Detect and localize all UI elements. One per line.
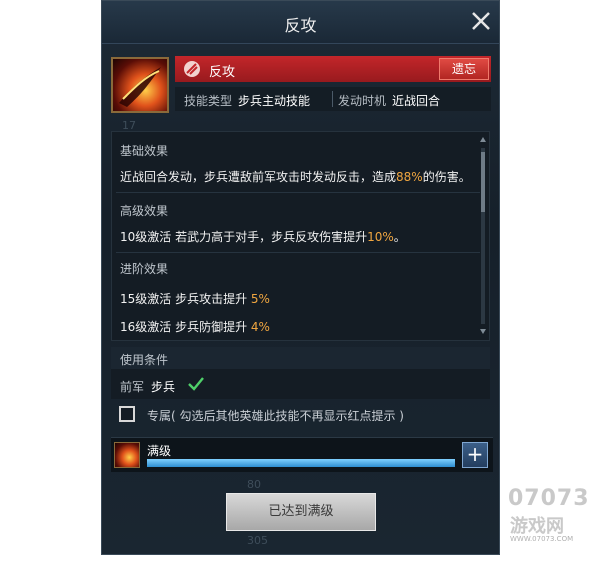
background-number: 305: [247, 534, 268, 547]
effects-panel[interactable]: 基础效果 近战回合发动，步兵遭敌前军攻击时发动反击，造成88%的伤害。 高级效果…: [111, 131, 490, 341]
advanced-effect-text: 10级激活 若武力高于对手，步兵反攻伤害提升10%。: [120, 230, 406, 244]
forget-button[interactable]: 遗忘: [439, 58, 489, 80]
close-icon[interactable]: [469, 9, 493, 33]
scrollbar[interactable]: [481, 148, 485, 324]
window-title: 反攻: [284, 16, 317, 35]
advanced-effect-header: 高级效果: [120, 204, 169, 218]
rank-effect-1: 15级激活 步兵攻击提升 5%: [120, 292, 270, 306]
divider: [332, 91, 333, 107]
skill-timing: 发动时机 近战回合: [338, 94, 441, 108]
level-label: 满级: [147, 444, 172, 458]
condition-label: 前军: [120, 380, 145, 394]
condition-header-bar: 使用条件: [111, 347, 490, 369]
watermark-line3: WWW.07073.COM: [510, 535, 574, 543]
divider: [116, 192, 480, 193]
skill-name: 反攻: [209, 65, 236, 80]
scroll-thumb[interactable]: [481, 152, 485, 212]
skill-icon: [111, 57, 169, 113]
title-bar: 反攻: [102, 1, 499, 44]
usage-condition: 使用条件 前军 步兵: [111, 347, 490, 399]
level-bar: 满级 +: [111, 437, 493, 472]
fire-slash-icon: [119, 67, 161, 107]
focus-checkbox-label: 专属( 勾选后其他英雄此技能不再显示红点提示 ): [147, 409, 404, 423]
level-progress: [147, 459, 455, 467]
rank-effect-header: 进阶效果: [120, 262, 169, 276]
base-effect-header: 基础效果: [120, 144, 169, 158]
skill-info-row: 技能类型 步兵主动技能 发动时机 近战回合: [175, 87, 491, 111]
focus-checkbox[interactable]: [119, 406, 135, 422]
level-progress-fill: [147, 459, 455, 467]
background-number: 17: [122, 119, 136, 132]
skill-name-bar: 反攻 遗忘: [175, 56, 491, 82]
skill-panel: 反攻 反攻 遗忘 技能类型 步兵主动技能 发动时机 近战回合 基础效果 近战回合发动…: [101, 0, 500, 555]
skill-small-icon: [114, 442, 140, 468]
plus-button[interactable]: +: [462, 442, 488, 468]
condition-header: 使用条件: [120, 353, 169, 367]
divider: [116, 252, 480, 253]
base-effect-text: 近战回合发动，步兵遭敌前军攻击时发动反击，造成88%的伤害。: [120, 170, 471, 184]
rank-effect-2: 16级激活 步兵防御提升 4%: [120, 320, 270, 334]
background-number: 80: [247, 478, 261, 491]
skill-emblem-icon: [184, 61, 200, 77]
max-level-button[interactable]: 已达到满级: [226, 493, 376, 531]
checkmark-icon: [188, 377, 204, 391]
skill-type: 技能类型 步兵主动技能: [184, 94, 311, 108]
condition-value: 步兵: [151, 380, 176, 394]
scroll-up-icon[interactable]: [480, 137, 486, 142]
watermark-line1: 07073: [508, 486, 590, 511]
watermark-logo: 07073 游戏网 WWW.07073.COM: [506, 486, 596, 546]
scroll-down-icon[interactable]: [480, 329, 486, 334]
